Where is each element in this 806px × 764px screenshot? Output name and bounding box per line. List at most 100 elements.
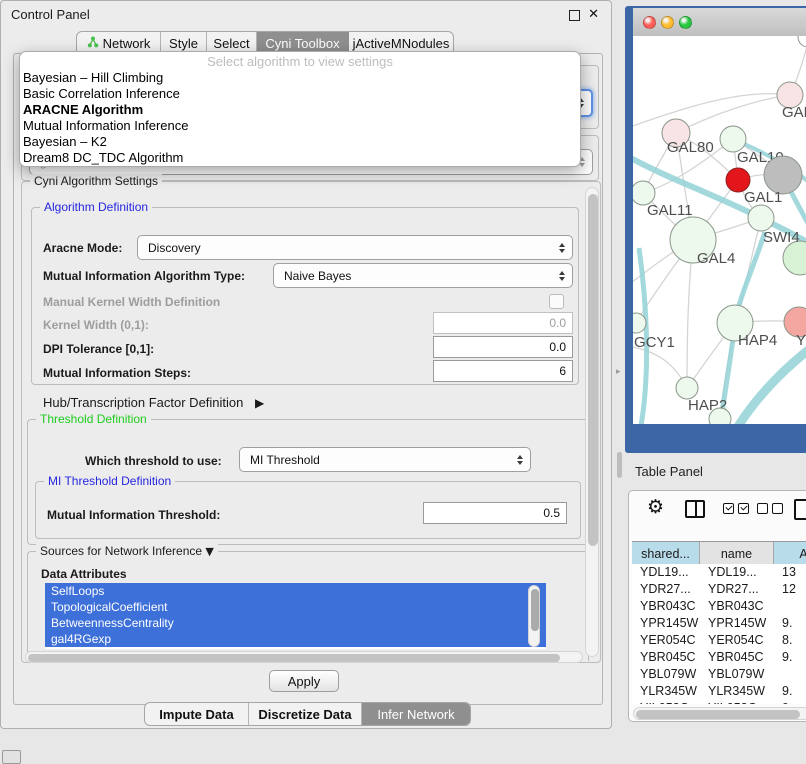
node-label: HAP4: [738, 332, 777, 349]
gear-icon[interactable]: ⚙: [647, 497, 664, 518]
mi-algorithm-type-label: Mutual Information Algorithm Type:: [43, 269, 245, 283]
table-cell: 13: [774, 564, 806, 581]
which-threshold-label: Which threshold to use:: [85, 454, 222, 468]
panel-splitter-handle[interactable]: [617, 452, 622, 478]
tab-label: jActiveMNodules: [353, 36, 450, 51]
algorithm-dropdown-popup: Select algorithm to view settings Bayesi…: [19, 51, 581, 167]
panel-splitter-arrow[interactable]: ▸: [616, 366, 621, 377]
minimize-traffic-light[interactable]: [661, 16, 674, 29]
network-edge: [633, 94, 790, 128]
attribute-list-item[interactable]: SelfLoops: [45, 583, 546, 599]
table-row[interactable]: YBL079WYBL079W: [632, 666, 806, 683]
close-traffic-light[interactable]: [643, 16, 656, 29]
group-title: MI Threshold Definition: [44, 474, 175, 488]
apply-button[interactable]: Apply: [269, 670, 339, 692]
table-row[interactable]: YPR145WYPR145W9.: [632, 615, 806, 632]
hub-definition-toggle[interactable]: Hub/Transcription Factor Definition ▶: [43, 395, 264, 410]
attribute-list-item[interactable]: TopologicalCoefficient: [45, 599, 546, 615]
network-window-titlebar[interactable]: [633, 8, 806, 37]
mi-threshold-field[interactable]: 0.5: [423, 502, 567, 524]
attribute-list-item[interactable]: gal4RGexp: [45, 631, 546, 647]
table-row[interactable]: YLR345WYLR345W9.: [632, 683, 806, 700]
algorithm-option[interactable]: Bayesian – Hill Climbing: [20, 70, 580, 86]
network-edge: [737, 348, 806, 424]
tab-infer-network[interactable]: Infer Network: [362, 703, 470, 725]
aracne-mode-combo[interactable]: Discovery: [137, 235, 573, 260]
manual-kernel-checkbox[interactable]: [549, 294, 564, 309]
new-table-icon[interactable]: [794, 499, 806, 520]
table-row[interactable]: YER054CYER054C8.: [632, 632, 806, 649]
table-cell: YBR045C: [700, 649, 774, 666]
table-cell: 9.: [774, 649, 806, 666]
float-window-icon[interactable]: [569, 10, 580, 21]
table-row[interactable]: YIL052CYIL052C9: [632, 700, 806, 704]
mi-algorithm-type-combo[interactable]: Naive Bayes: [273, 263, 573, 288]
bottom-tabs: Impute Data Discretize Data Infer Networ…: [144, 702, 471, 726]
tab-discretize-data[interactable]: Discretize Data: [249, 703, 362, 725]
data-attributes-list[interactable]: SelfLoopsTopologicalCoefficientBetweenne…: [45, 583, 546, 649]
group-title: Threshold Definition: [36, 412, 151, 426]
expand-triangle-icon: ▶: [255, 396, 264, 410]
combo-stepper-icon: [559, 243, 565, 253]
table-row[interactable]: YBR045CYBR045C9.: [632, 649, 806, 666]
algorithm-popup-list: Bayesian – Hill ClimbingBasic Correlatio…: [20, 70, 580, 166]
desktop: { "window": { "title": "Control Panel", …: [0, 0, 806, 762]
table-cell: 9.: [774, 683, 806, 700]
which-threshold-combo[interactable]: MI Threshold: [239, 447, 531, 472]
zoom-traffic-light[interactable]: [679, 16, 692, 29]
settings-vertical-scrollbar[interactable]: [585, 187, 599, 657]
table-column-header[interactable]: A: [774, 542, 806, 565]
node-table-panel: ⚙ shared...nameA YDL19...YDL19...13YDR27…: [628, 490, 806, 722]
tab-label: Style: [169, 36, 198, 51]
dpi-tolerance-field[interactable]: 0.0: [433, 336, 573, 358]
network-node[interactable]: [748, 205, 774, 231]
attributes-scrollbar[interactable]: [528, 585, 540, 647]
table-row[interactable]: YBR043CYBR043C: [632, 598, 806, 615]
algorithm-option[interactable]: ARACNE Algorithm: [20, 102, 580, 118]
tab-label: Infer Network: [377, 707, 454, 722]
network-canvas[interactable]: GALGAL80GAL10GAL1GAL11GAL4SWI4GCY1HAP4YH…: [633, 36, 806, 424]
network-graph-icon: [87, 36, 99, 51]
table-cell: 9.: [774, 615, 806, 632]
tab-impute-data[interactable]: Impute Data: [145, 703, 249, 725]
table-row[interactable]: YDR27...YDR27...12: [632, 581, 806, 598]
network-node[interactable]: [676, 377, 698, 399]
collapse-triangle-icon[interactable]: ▼: [205, 545, 213, 558]
table-cell: YDL19...: [700, 564, 774, 581]
algorithm-option[interactable]: Dream8 DC_TDC Algorithm: [20, 150, 580, 166]
algorithm-option[interactable]: Mutual Information Inference: [20, 118, 580, 134]
manual-kernel-label: Manual Kernel Width Definition: [43, 295, 220, 309]
table-row[interactable]: YDL19...YDL19...13: [632, 564, 806, 581]
table-horizontal-scrollbar[interactable]: [633, 707, 806, 720]
node-label: Y: [796, 332, 806, 349]
table-cell: YDR27...: [632, 581, 700, 598]
algorithm-option[interactable]: Bayesian – K2: [20, 134, 580, 150]
control-panel-title: Control Panel: [11, 7, 90, 22]
kernel-width-field[interactable]: 0.0: [433, 312, 573, 334]
table-cell: YLR345W: [632, 683, 700, 700]
which-threshold-value: MI Threshold: [250, 453, 320, 467]
select-all-columns-icon[interactable]: [723, 503, 749, 514]
node-label: GAL11: [647, 202, 693, 219]
table-cell: YBR043C: [700, 598, 774, 615]
algorithm-popup-hint: Select algorithm to view settings: [20, 52, 580, 70]
table-cell: YPR145W: [700, 615, 774, 632]
close-window-icon[interactable]: ✕: [588, 7, 599, 22]
mi-steps-field[interactable]: 6: [433, 360, 573, 382]
table-column-header[interactable]: shared...: [632, 542, 700, 565]
group-title: Algorithm Definition: [40, 200, 152, 214]
node-label: GCY1: [634, 334, 675, 351]
settings-horizontal-scrollbar[interactable]: [25, 651, 583, 663]
sources-title: Sources for Network Inference: [40, 544, 202, 558]
network-node[interactable]: [783, 241, 806, 275]
table-panel-title: Table Panel: [635, 464, 703, 479]
split-panel-icon[interactable]: [685, 500, 705, 518]
network-view-window: GALGAL80GAL10GAL1GAL11GAL4SWI4GCY1HAP4YH…: [625, 6, 806, 453]
algorithm-option[interactable]: Basic Correlation Inference: [20, 86, 580, 102]
network-node[interactable]: [798, 36, 806, 47]
unselect-all-columns-icon[interactable]: [757, 503, 783, 514]
table-cell: YBL079W: [632, 666, 700, 683]
table-cell: YBR043C: [632, 598, 700, 615]
attribute-list-item[interactable]: BetweennessCentrality: [45, 615, 546, 631]
table-column-header[interactable]: name: [700, 542, 774, 565]
